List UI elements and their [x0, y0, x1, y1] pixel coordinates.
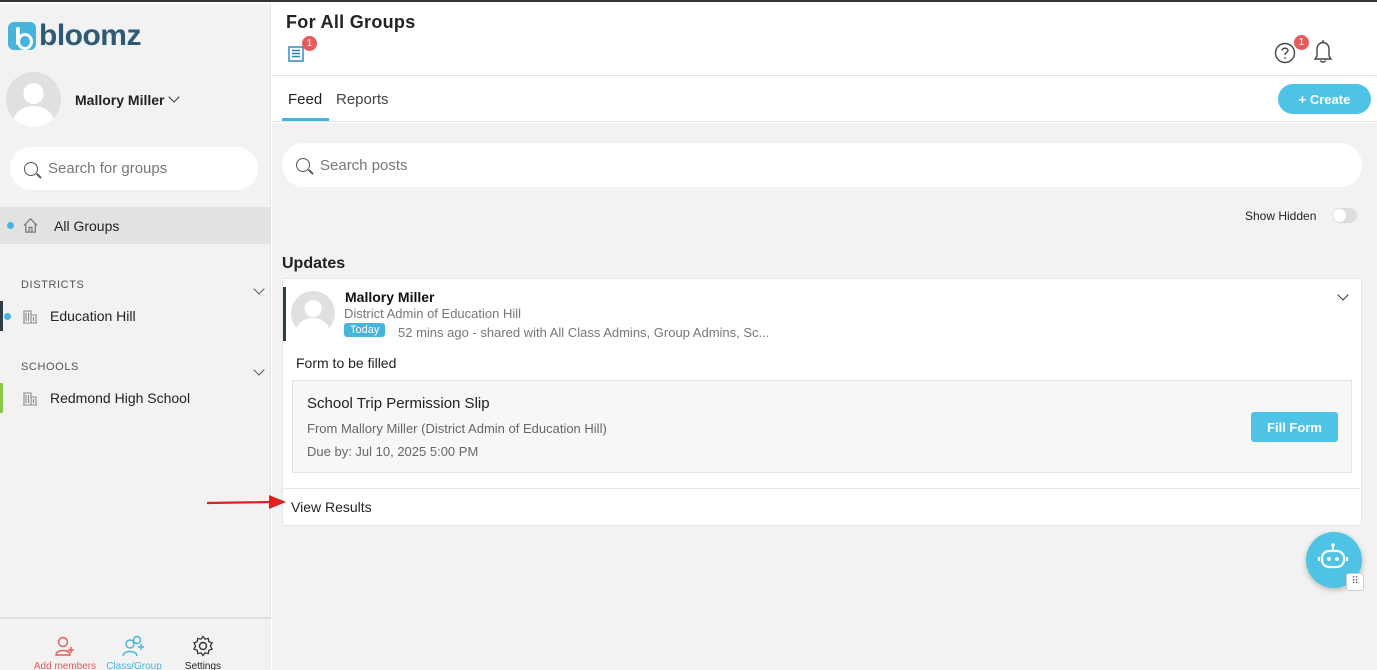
- class-group-label: Class/Group: [106, 661, 162, 670]
- logo[interactable]: bloomz: [8, 19, 142, 52]
- form-from: From Mallory Miller (District Admin of E…: [307, 421, 607, 436]
- show-hidden-toggle[interactable]: [1332, 208, 1357, 223]
- post-search: [282, 143, 1362, 187]
- form-due-date: Due by: Jul 10, 2025 5:00 PM: [307, 444, 479, 459]
- form-attachment[interactable]: School Trip Permission Slip From Mallory…: [292, 380, 1352, 473]
- document-badge: 1: [302, 36, 317, 51]
- divider: [283, 488, 1361, 489]
- sidebar-item-label: Education Hill: [50, 308, 136, 324]
- item-accent-bar: [0, 383, 3, 413]
- annotation-arrow-icon: [206, 495, 286, 509]
- tab-bar: Feed Reports + Create: [272, 76, 1377, 122]
- avatar: [6, 72, 61, 127]
- help-badge: 1: [1294, 35, 1309, 50]
- settings-button[interactable]: Settings: [163, 635, 243, 670]
- help-icon[interactable]: [1274, 42, 1296, 64]
- add-member-icon: [55, 636, 74, 656]
- schools-header: SCHOOLS: [21, 361, 79, 373]
- sidebar: bloomz Mallory Miller All Groups DISTRIC…: [0, 4, 271, 670]
- sidebar-item-redmond-high-school[interactable]: Redmond High School: [0, 383, 271, 413]
- sidebar-item-label: Redmond High School: [50, 390, 191, 406]
- post-meta: 52 mins ago - shared with All Class Admi…: [398, 325, 770, 340]
- active-dot: [7, 222, 14, 229]
- post-card: Mallory Miller District Admin of Educati…: [282, 278, 1362, 526]
- sidebar-item-education-hill[interactable]: Education Hill: [0, 301, 271, 331]
- search-icon: [24, 161, 38, 176]
- search-icon: [296, 158, 310, 172]
- today-badge: Today: [344, 323, 386, 337]
- class-group-button[interactable]: Class/Group: [94, 635, 174, 670]
- avatar[interactable]: [291, 291, 335, 335]
- post-search-input[interactable]: [320, 156, 920, 174]
- chevron-down-icon[interactable]: [253, 283, 265, 295]
- show-hidden-label: Show Hidden: [1245, 209, 1317, 223]
- group-search-input[interactable]: [48, 160, 238, 177]
- active-dot: [4, 313, 11, 320]
- item-accent-bar: [0, 301, 3, 331]
- add-members-label: Add members: [33, 661, 97, 670]
- bell-icon[interactable]: [1312, 38, 1334, 64]
- view-results-link[interactable]: View Results: [291, 499, 372, 515]
- profile-menu[interactable]: Mallory Miller: [6, 72, 181, 127]
- drag-handle-icon[interactable]: ⠿: [1346, 573, 1364, 591]
- sidebar-bottom-bar: Add members Class/Group Settings: [0, 617, 271, 670]
- create-button[interactable]: + Create: [1278, 84, 1371, 114]
- districts-header: DISTRICTS: [21, 279, 85, 291]
- tab-reports[interactable]: Reports: [336, 91, 389, 108]
- add-members-button[interactable]: Add members: [25, 635, 105, 670]
- logo-text: bloomz: [39, 19, 142, 52]
- gear-icon: [193, 635, 213, 657]
- form-title: School Trip Permission Slip: [307, 395, 490, 412]
- sidebar-item-all-groups[interactable]: All Groups: [0, 207, 271, 244]
- post-text: Form to be filled: [296, 355, 397, 371]
- post-accent-bar: [283, 287, 286, 341]
- fill-form-button[interactable]: Fill Form: [1251, 412, 1338, 442]
- tab-feed[interactable]: Feed: [288, 91, 322, 108]
- tab-active-indicator: [282, 118, 329, 121]
- chevron-down-icon[interactable]: [253, 364, 265, 376]
- updates-heading: Updates: [282, 255, 346, 272]
- logo-icon: [8, 22, 36, 50]
- home-icon: [23, 218, 38, 233]
- chevron-down-icon: [168, 90, 181, 103]
- feed-content: Show Hidden Updates Mallory Miller Distr…: [272, 123, 1377, 670]
- page-title: For All Groups: [286, 12, 416, 32]
- post-author-role: District Admin of Education Hill: [344, 306, 522, 321]
- post-author[interactable]: Mallory Miller: [345, 289, 434, 305]
- group-search: [10, 147, 258, 190]
- class-group-icon: [122, 635, 144, 657]
- chevron-down-icon[interactable]: [1337, 289, 1349, 301]
- sidebar-item-label: All Groups: [54, 217, 120, 234]
- profile-name: Mallory Miller: [75, 91, 165, 108]
- building-icon: [23, 310, 37, 324]
- header: For All Groups 1 1: [272, 4, 1377, 76]
- building-icon: [23, 392, 37, 406]
- settings-label: Settings: [184, 661, 222, 670]
